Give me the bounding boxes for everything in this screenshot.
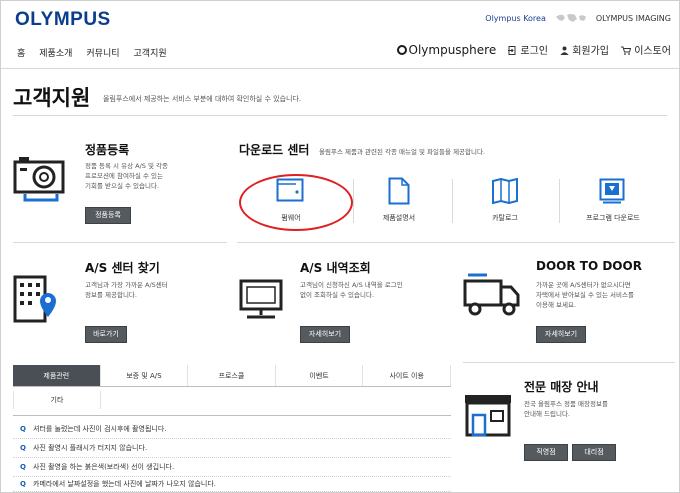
delivery-truck-icon — [463, 273, 520, 316]
faq-q-icon: Q — [20, 463, 26, 471]
login-label: 로그인 — [520, 46, 548, 57]
title-divider — [13, 115, 667, 116]
product-reg-desc-line3: 기회를 받으실 수 있습니다. — [85, 182, 160, 190]
faq-q-icon: Q — [20, 444, 26, 452]
faq-item[interactable]: Q 사진 촬영을 하는 붉은색(보라색) 선이 생깁니다. — [13, 458, 451, 477]
product-reg-desc: 정품 등록 시 유상 A/S 및 각종 프로모션에 참여하실 수 있는 기회를 … — [85, 161, 168, 191]
download-manual[interactable]: 제품설명서 — [354, 213, 444, 223]
monitor-icon — [239, 279, 283, 319]
section-divider — [463, 362, 675, 363]
store-shop-icon — [465, 395, 511, 437]
join-link[interactable]: 회원가입 — [560, 42, 609, 57]
section-divider — [13, 242, 227, 243]
join-label: 회원가입 — [572, 46, 609, 57]
product-reg-button[interactable]: 정품등록 — [85, 207, 131, 224]
program-download-icon — [599, 178, 625, 204]
shop-title: 전문 매장 안내 — [524, 380, 599, 394]
top-links: Olympus Korea OLYMPUS IMAGING — [485, 12, 671, 24]
as-center-desc-line2: 정보를 제공합니다. — [85, 291, 137, 299]
login-link[interactable]: 로그인 — [508, 42, 548, 57]
product-reg-title: 정품등록 — [85, 143, 130, 157]
door-to-door-title: DOOR TO DOOR — [536, 259, 642, 273]
login-icon — [508, 46, 516, 55]
faq-item-text: 사진 촬영시 플래시가 터지지 않습니다. — [33, 444, 148, 452]
highlight-ellipse — [239, 174, 353, 231]
faq-item[interactable]: Q 카메라에서 날짜설정을 했는데 사진에 날짜가 나오지 않습니다. — [13, 477, 451, 492]
as-center-title: A/S 센터 찾기 — [85, 261, 160, 275]
download-divider — [559, 179, 560, 223]
olympus-logo[interactable]: OLYMPUS — [15, 9, 111, 31]
olympus-imaging-link[interactable]: OLYMPUS IMAGING — [596, 14, 671, 23]
faq-item-text: 카메라에서 날짜설정을 했는데 사진에 날짜가 나오지 않습니다. — [33, 480, 217, 488]
header-divider — [1, 68, 679, 69]
world-map-icon — [555, 14, 586, 22]
camera-icon — [13, 157, 65, 202]
tab-product[interactable]: 제품관련 — [13, 365, 101, 386]
page-title: 고객지원 — [13, 86, 91, 110]
catalog-book-icon — [492, 178, 518, 204]
nav-home[interactable]: 홈 — [17, 46, 25, 59]
manual-document-icon — [388, 177, 410, 205]
product-reg-desc-line1: 정품 등록 시 유상 A/S 및 각종 — [85, 162, 168, 170]
nav-community[interactable]: 커뮤니티 — [86, 46, 119, 59]
as-history-title: A/S 내역조회 — [300, 261, 371, 275]
user-nav: Olympusphere 로그인 회원가입 이스토어 — [396, 42, 671, 57]
tab-site-use[interactable]: 사이트 이용 — [363, 365, 451, 386]
tab-etc[interactable]: 기타 — [13, 391, 101, 409]
download-divider — [452, 179, 453, 223]
door-desc-line3: 이용해 보세요. — [536, 301, 577, 309]
door-desc-line2: 자택에서 받아보실 수 있는 서비스를 — [536, 291, 634, 299]
store-label: 이스토어 — [634, 46, 671, 57]
faq-divider — [13, 415, 451, 416]
faq-q-icon: Q — [20, 480, 26, 488]
faq-item[interactable]: Q 셔터를 눌렀는데 사진이 검시후에 촬영됩니다. — [13, 420, 451, 439]
sphere-logo-icon — [396, 44, 407, 55]
faq-q-icon: Q — [20, 425, 26, 433]
cart-icon — [621, 46, 632, 55]
main-nav: 홈 제품소개 커뮤니티 고객지원 — [17, 46, 167, 59]
person-icon — [560, 46, 569, 55]
as-center-desc-line1: 고객님과 가장 가까운 A/S센터 — [85, 281, 168, 289]
nav-products[interactable]: 제품소개 — [39, 46, 72, 59]
shop-desc-line2: 안내해 드립니다. — [524, 410, 570, 418]
product-reg-desc-line2: 프로모션에 참여하실 수 있는 — [85, 172, 163, 180]
olympusphere-label: Olympusphere — [408, 42, 497, 57]
olympus-korea-link[interactable]: Olympus Korea — [485, 14, 546, 23]
as-history-desc-line2: 없이 조회하실 수 있습니다. — [300, 291, 375, 299]
as-history-button[interactable]: 자세히보기 — [300, 326, 350, 343]
shop-desc: 전국 올림푸스 정품 매장정보를 안내해 드립니다. — [524, 399, 608, 419]
as-center-desc: 고객님과 가장 가까운 A/S센터 정보를 제공합니다. — [85, 280, 168, 300]
store-link[interactable]: 이스토어 — [621, 42, 671, 57]
direct-store-button[interactable]: 직영점 — [524, 444, 568, 461]
section-divider — [237, 242, 675, 243]
door-desc-line1: 가까운 곳에 A/S센터가 없으시다면 — [536, 281, 631, 289]
agency-store-button[interactable]: 대리점 — [572, 444, 616, 461]
faq-tabs: 제품관련 보증 및 A/S 프로스쿨 이벤트 사이트 이용 — [13, 365, 451, 387]
door-to-door-desc: 가까운 곳에 A/S센터가 없으시다면 자택에서 받아보실 수 있는 서비스를 … — [536, 280, 634, 310]
download-program[interactable]: 프로그램 다운로드 — [568, 213, 658, 223]
faq-item-text: 사진 촬영을 하는 붉은색(보라색) 선이 생깁니다. — [33, 463, 175, 471]
as-center-button[interactable]: 바로가기 — [85, 326, 127, 343]
faq-item-text: 셔터를 눌렀는데 사진이 검시후에 촬영됩니다. — [33, 425, 167, 433]
tab-warranty[interactable]: 보증 및 A/S — [101, 365, 189, 386]
door-to-door-button[interactable]: 자세히보기 — [536, 326, 586, 343]
faq-item[interactable]: Q 사진 촬영시 플래시가 터지지 않습니다. — [13, 439, 451, 458]
page-subtitle: 올림푸스에서 제공하는 서비스 부분에 대하여 확인하실 수 있습니다. — [103, 95, 302, 103]
download-catalog[interactable]: 카탈로그 — [460, 213, 550, 223]
as-history-desc: 고객님이 신청하신 A/S 내역을 로그인 없이 조회하실 수 있습니다. — [300, 280, 403, 300]
building-pin-icon — [13, 275, 56, 323]
olympusphere-link[interactable]: Olympusphere — [396, 42, 497, 57]
tab-event[interactable]: 이벤트 — [276, 365, 364, 386]
nav-support[interactable]: 고객지원 — [134, 46, 167, 59]
tab-proschool[interactable]: 프로스쿨 — [188, 365, 276, 386]
as-history-desc-line1: 고객님이 신청하신 A/S 내역을 로그인 — [300, 281, 403, 289]
download-center-title: 다운로드 센터 — [239, 143, 310, 157]
download-center-subtitle: 올림푸스 제품과 관련된 각종 매뉴얼 및 파일들을 제공합니다. — [319, 148, 486, 156]
shop-desc-line1: 전국 올림푸스 정품 매장정보를 — [524, 400, 608, 408]
